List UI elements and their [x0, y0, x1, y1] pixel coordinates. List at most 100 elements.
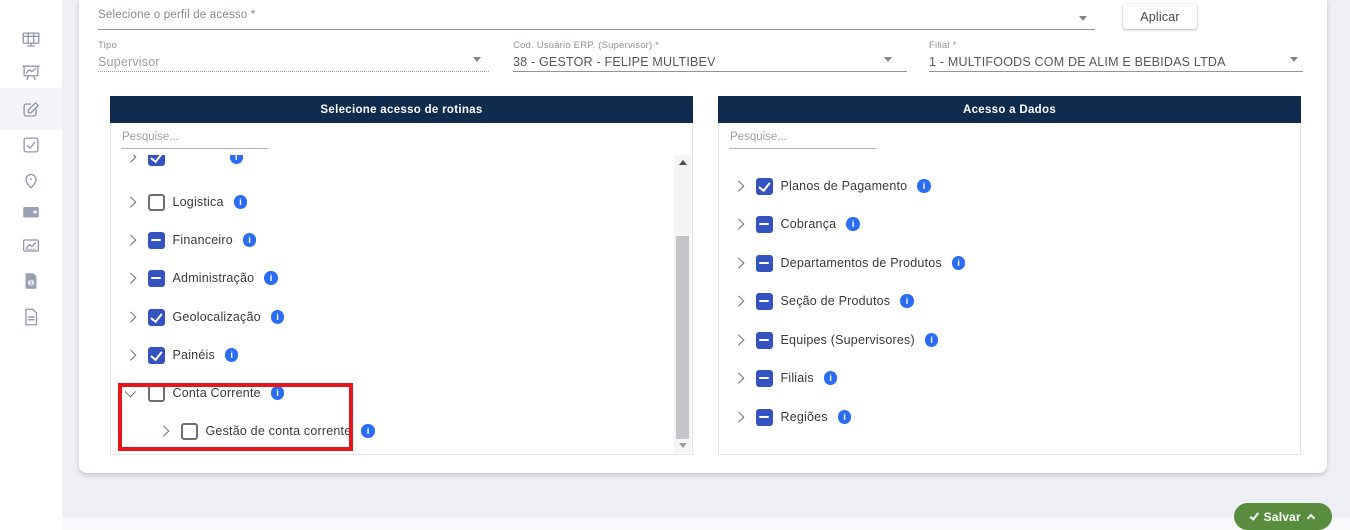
tree-item-label: Financeiro	[173, 233, 233, 247]
scrollbar-thumb[interactable]	[676, 236, 689, 439]
scroll-down-button[interactable]	[674, 438, 691, 453]
sidebar-item-document[interactable]	[19, 305, 43, 329]
info-icon[interactable]	[264, 271, 278, 285]
tree-item: Seção de Produtos	[733, 291, 914, 311]
info-icon[interactable]	[952, 256, 966, 270]
chevron-right-icon[interactable]	[733, 412, 744, 423]
location-pin-icon	[20, 169, 42, 191]
chevron-right-icon[interactable]	[733, 335, 744, 346]
tree-item-label: Administração	[173, 271, 255, 285]
checkbox[interactable]	[181, 423, 198, 440]
sidebar-item-tasks[interactable]	[19, 133, 43, 157]
info-icon[interactable]	[838, 410, 852, 424]
tipo-select[interactable]	[98, 71, 489, 72]
tree-item-partial	[125, 155, 243, 167]
info-icon[interactable]	[917, 179, 931, 193]
cod-usuario-select[interactable]	[513, 71, 907, 72]
checkbox[interactable]	[756, 293, 773, 310]
search-input[interactable]	[121, 131, 268, 149]
tree-item-label: Planos de Pagamento	[781, 179, 908, 193]
filial-select[interactable]	[929, 71, 1303, 72]
profile-select-label: Selecione o perfil de acesso *	[98, 9, 256, 21]
sidebar-item-dashboard[interactable]	[19, 28, 43, 52]
sidebar-item-performance[interactable]	[19, 234, 43, 258]
chevron-down-icon[interactable]	[1290, 57, 1298, 62]
info-icon[interactable]	[846, 217, 860, 231]
chevron-right-icon[interactable]	[158, 426, 169, 437]
chevron-right-icon[interactable]	[733, 181, 744, 192]
triangle-down-icon	[679, 443, 687, 448]
search-input[interactable]	[729, 131, 876, 149]
info-icon[interactable]	[925, 333, 939, 347]
tree-item-label: Seção de Produtos	[781, 294, 891, 308]
sidebar-item-wallet[interactable]	[19, 200, 43, 224]
info-icon[interactable]	[361, 424, 375, 438]
sidebar-item-edit[interactable]	[19, 98, 43, 122]
chevron-right-icon[interactable]	[733, 219, 744, 230]
checkbox[interactable]	[756, 255, 773, 272]
tipo-value: Supervisor	[98, 55, 160, 69]
chevron-down-icon[interactable]	[473, 57, 481, 62]
tree-item: Planos de Pagamento	[733, 176, 931, 196]
app-root: $ Selecione o perfil de acesso * Aplicar…	[0, 0, 1350, 530]
info-icon[interactable]	[900, 294, 914, 308]
tree-item: Conta Corrente	[125, 383, 284, 403]
profile-select[interactable]	[98, 29, 1095, 30]
tree-item-label: Regiões	[781, 410, 828, 424]
dashboard-icon	[20, 29, 42, 51]
sidebar-item-geolocation[interactable]	[19, 168, 43, 192]
chevron-right-icon[interactable]	[733, 258, 744, 269]
chevron-down-icon[interactable]	[1079, 16, 1087, 21]
info-icon[interactable]	[824, 371, 838, 385]
chevron-up-icon	[1307, 514, 1315, 522]
wallet-icon	[20, 201, 42, 223]
chevron-right-icon[interactable]	[125, 350, 136, 361]
data-access-panel-title: Acesso a Dados	[718, 96, 1301, 123]
apply-button[interactable]: Aplicar	[1123, 4, 1197, 29]
check-icon	[1250, 511, 1259, 520]
tree-item: Filiais	[733, 368, 837, 388]
checkbox[interactable]	[148, 270, 165, 287]
checkbox[interactable]	[148, 194, 165, 211]
checkbox[interactable]	[756, 332, 773, 349]
tree-item-label: Painéis	[173, 348, 215, 362]
checkbox[interactable]	[148, 385, 165, 402]
info-icon[interactable]	[234, 195, 248, 209]
chevron-right-icon[interactable]	[125, 235, 136, 246]
sidebar-item-presentation[interactable]	[19, 61, 43, 85]
save-button[interactable]: Salvar	[1234, 503, 1332, 530]
triangle-up-icon	[679, 160, 687, 165]
chevron-right-icon[interactable]	[125, 312, 136, 323]
tree-item-label: Geolocalização	[173, 310, 261, 324]
info-icon[interactable]	[225, 348, 239, 362]
chevron-right-icon[interactable]	[125, 155, 136, 162]
info-icon[interactable]	[230, 155, 244, 164]
checkbox[interactable]	[756, 370, 773, 387]
chevron-down-icon[interactable]	[884, 57, 892, 62]
info-icon[interactable]	[243, 233, 257, 247]
cod-usuario-value: 38 - GESTOR - FELIPE MULTIBEV	[513, 55, 716, 69]
checkbox[interactable]	[148, 155, 165, 166]
info-icon[interactable]	[271, 386, 285, 400]
tree-item-label: Cobrança	[781, 217, 837, 231]
info-icon[interactable]	[271, 310, 285, 324]
scrollbar[interactable]	[674, 155, 691, 453]
checkbox[interactable]	[148, 232, 165, 249]
checkbox[interactable]	[756, 409, 773, 426]
tree-item-label: Conta Corrente	[173, 386, 261, 400]
chevron-right-icon[interactable]	[125, 273, 136, 284]
chevron-down-icon[interactable]	[125, 386, 136, 397]
save-button-label: Salvar	[1264, 510, 1301, 524]
scroll-up-button[interactable]	[674, 155, 691, 170]
chevron-right-icon[interactable]	[733, 296, 744, 307]
checkbox[interactable]	[148, 309, 165, 326]
sidebar-item-invoice[interactable]: $	[19, 269, 43, 293]
chevron-right-icon[interactable]	[125, 197, 136, 208]
checkbox[interactable]	[756, 178, 773, 195]
cod-usuario-label: Cod. Usuário ERP. (Supervisor) *	[513, 40, 659, 51]
tree-item: Logistica	[125, 192, 247, 212]
checkbox[interactable]	[148, 347, 165, 364]
footer-strip	[62, 518, 1350, 530]
checkbox[interactable]	[756, 216, 773, 233]
chevron-right-icon[interactable]	[733, 373, 744, 384]
